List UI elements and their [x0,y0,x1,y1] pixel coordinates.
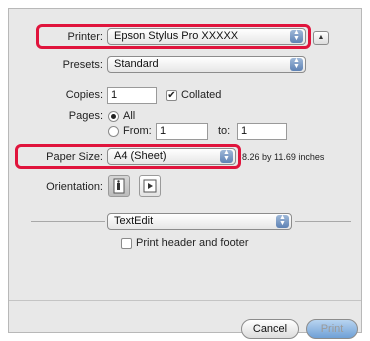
pages-from-input[interactable]: 1 [156,123,208,140]
orientation-label: Orientation: [46,181,103,193]
pages-all-label: All [123,110,136,122]
orientation-portrait-button[interactable] [108,175,130,197]
orientation-landscape-button[interactable] [139,175,161,197]
copies-input[interactable]: 1 [107,87,157,104]
popup-arrows-icon: ▲ ▼ [290,57,303,71]
disclosure-triangle-icon: ▲ [317,34,325,41]
presets-label: Presets: [62,59,103,71]
popup-arrows-icon: ▲ ▼ [276,214,289,228]
landscape-icon [143,179,157,193]
portrait-icon [113,178,125,194]
bottom-separator [9,300,361,301]
expand-dialog-button[interactable]: ▲ [313,31,329,45]
section-separator-left [31,221,105,222]
copies-label: Copies: [65,89,103,101]
printer-highlight [36,24,311,49]
paper-size-highlight [15,144,241,169]
pages-from-radio[interactable] [108,126,119,137]
collated-checkbox[interactable]: ✔ [166,90,177,101]
print-header-label: Print header and footer [136,237,249,249]
pages-label: Pages: [68,110,103,122]
section-value: TextEdit [114,215,154,227]
section-separator-right [295,221,351,222]
pages-all-radio[interactable] [108,111,119,122]
paper-dimensions: 8.26 by 11.69 inches [242,152,325,162]
print-dialog: Printer: Epson Stylus Pro XXXXX ▲ ▼ ▲ Pre… [8,8,362,339]
pages-from-label: From: [123,125,152,137]
print-button[interactable]: Print [306,319,358,339]
collated-label: Collated [181,89,222,101]
section-popup[interactable]: TextEdit ▲ ▼ [107,213,292,230]
pages-to-input[interactable]: 1 [237,123,287,140]
cancel-button[interactable]: Cancel [241,319,299,339]
print-header-checkbox[interactable] [121,238,132,249]
presets-value: Standard [114,58,159,70]
pages-to-label: to: [218,125,231,137]
presets-popup[interactable]: Standard ▲ ▼ [107,56,306,73]
